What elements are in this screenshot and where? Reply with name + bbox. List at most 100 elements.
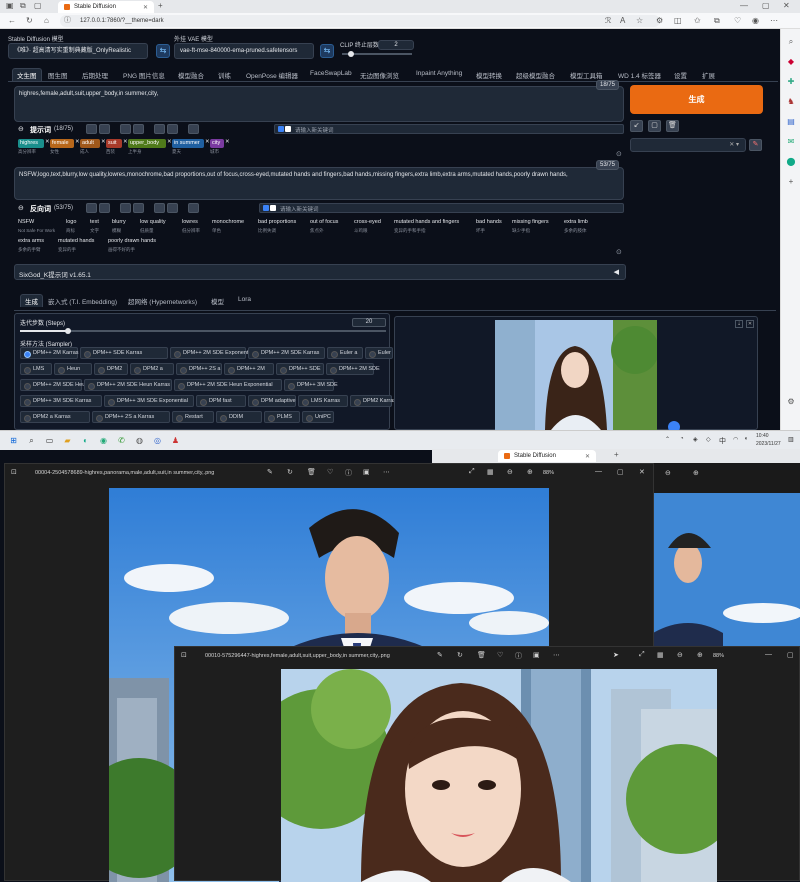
favorites-icon[interactable]: ✩ — [694, 15, 701, 27]
clear-tool-icon[interactable] — [166, 203, 178, 213]
sampler-option[interactable]: DPM fast — [196, 395, 246, 407]
steps-slider-thumb[interactable] — [64, 328, 71, 334]
steps-slider-track[interactable] — [20, 330, 386, 332]
sampler-option[interactable]: DPM++ 3M SDE Karras — [20, 395, 102, 407]
sampler-option[interactable]: PLMS — [264, 411, 300, 423]
plugin-accordion[interactable]: SixGod_K提示词 v1.65.1 ◀ — [14, 264, 626, 280]
checkbox[interactable] — [278, 126, 284, 132]
tab-3[interactable]: PNG 图片信息 — [123, 70, 165, 80]
sampler-option[interactable]: DPM++ 2S a Karras — [92, 411, 170, 423]
refresh-model-icon[interactable]: ⇆ — [156, 44, 170, 58]
sampler-option[interactable]: DDIM — [216, 411, 262, 423]
checkbox[interactable] — [270, 205, 276, 211]
positive-tag-chip[interactable]: in summer — [172, 139, 204, 148]
subtab-1[interactable]: 嵌入式 (T.I. Embedding) — [48, 296, 117, 306]
subtab-0[interactable]: 生成 — [20, 294, 43, 307]
clock-date[interactable]: 2023/11/27 — [756, 441, 781, 447]
style-select[interactable]: ✕ ▾ — [630, 138, 746, 152]
favorite-icon[interactable]: ♡ — [327, 468, 333, 476]
sampler-option[interactable]: DPM++ 2M SDE Exponential — [170, 347, 254, 359]
workspaces-icon[interactable]: ▣ — [6, 0, 14, 12]
close-icon[interactable]: ✕ — [143, 4, 148, 11]
tools-icon[interactable]: ✚ — [786, 77, 796, 87]
tab-7[interactable]: FaceSwapLab — [310, 70, 352, 77]
positive-tag-chip[interactable]: highres — [18, 139, 44, 148]
positive-expand-icon[interactable]: ⊖ — [18, 125, 24, 133]
tab-10[interactable]: 模型转换 — [476, 70, 502, 80]
edge-icon[interactable]: ◐ — [80, 435, 91, 446]
negative-tag-chip[interactable]: bad proportions — [258, 219, 296, 225]
sampler-option[interactable]: DPM++ 2M SDE Heun Exponential — [174, 379, 282, 391]
zoom-in-icon[interactable]: ⊕ — [527, 468, 533, 476]
subtab-4[interactable]: Lora — [238, 296, 251, 303]
float-button[interactable] — [668, 421, 680, 430]
sampler-option[interactable]: DPM2 a Karras — [20, 411, 90, 423]
negative-expand-icon[interactable]: ⊖ — [18, 204, 24, 212]
back-icon[interactable]: ← — [8, 15, 16, 27]
more-icon[interactable]: ⋯ — [383, 468, 390, 476]
new-keyword-input[interactable]: 请输入新关键词 — [280, 205, 319, 213]
translate-tool-icon[interactable] — [86, 203, 97, 213]
close-icon[interactable]: ✕ — [746, 320, 754, 328]
start-icon[interactable]: ⊞ — [8, 435, 19, 446]
refresh-icon[interactable]: ↻ — [26, 15, 33, 27]
apply-style-icon[interactable]: ↙ — [630, 120, 643, 132]
app-icon[interactable]: ♟ — [170, 435, 181, 446]
negative-tag-chip[interactable]: bad hands — [476, 219, 502, 225]
app-icon[interactable]: ◎ — [152, 435, 163, 446]
split-screen-icon[interactable]: ◫ — [674, 15, 682, 27]
fit-icon[interactable]: ▦ — [487, 468, 494, 476]
sidebar-settings-icon[interactable]: ⚙ — [786, 397, 796, 407]
close-icon[interactable]: ✕ — [45, 139, 50, 145]
negative-tag-chip[interactable]: extra arms — [18, 238, 44, 244]
sampler-option[interactable]: DPM adaptive — [248, 395, 296, 407]
model-select[interactable]: 《唯》· 超高清写实重制典藏版_OnlyRealistic — [8, 43, 148, 59]
tray-chevron-icon[interactable]: ⌃ — [665, 436, 670, 443]
sampler-option[interactable]: DPM++ 2M — [224, 363, 274, 375]
fullscreen-icon[interactable]: ⤢ — [469, 468, 475, 476]
zoom-out-icon[interactable]: ⊖ — [507, 468, 513, 476]
sampler-option[interactable]: DPM++ 2M Karras — [20, 347, 79, 359]
close-icon[interactable]: ✕ — [123, 139, 128, 145]
sampler-option[interactable]: Restart — [172, 411, 214, 423]
sampler-option[interactable]: DPM2 Karras — [350, 395, 396, 407]
tab-13[interactable]: WD 1.4 标签器 — [618, 70, 661, 80]
negative-tag-chip[interactable]: lowres — [182, 219, 198, 225]
checkbox[interactable] — [285, 126, 291, 132]
close-icon[interactable]: ✕ — [101, 139, 106, 145]
copy-tool-icon[interactable] — [99, 203, 110, 213]
browser-essentials-icon[interactable]: ♡ — [734, 15, 741, 27]
close-window-icon[interactable]: ✕ — [783, 0, 790, 12]
steps-input[interactable]: 20 — [352, 318, 386, 327]
settings-tool-icon[interactable] — [187, 124, 199, 134]
clip-input[interactable]: 2 — [378, 40, 414, 50]
positive-prompt-textarea[interactable]: highres,female,adult,suit,upper_body,in … — [14, 86, 624, 122]
new-tab-icon[interactable]: + — [614, 449, 619, 461]
download-icon[interactable]: ⇣ — [735, 320, 743, 328]
sampler-option[interactable]: DPM++ 3M SDE — [284, 379, 338, 391]
edit-style-icon[interactable]: ✎ — [749, 139, 762, 151]
wifi-icon[interactable]: ◠ — [733, 436, 738, 443]
sampler-option[interactable]: DPM++ SDE — [276, 363, 324, 375]
refresh-vae-icon[interactable]: ⇆ — [320, 44, 334, 58]
tab-4[interactable]: 模型融合 — [178, 70, 204, 80]
checkbox[interactable] — [263, 205, 269, 211]
collections-icon[interactable]: ▢ — [34, 0, 42, 12]
drop-icon[interactable]: ⬤ — [786, 157, 796, 167]
negative-tag-chip[interactable]: monochrome — [212, 219, 244, 225]
paste-tool-icon[interactable] — [153, 124, 165, 134]
read-aloud-icon[interactable]: A — [620, 15, 625, 27]
maximize-icon[interactable]: ▢ — [617, 468, 624, 476]
office-icon[interactable]: ▤ — [786, 117, 796, 127]
add-sidebar-icon[interactable]: + — [786, 177, 796, 187]
edit-icon[interactable]: ✎ — [267, 468, 273, 476]
search-icon[interactable]: ⌕ — [786, 37, 796, 47]
paste-tool-icon[interactable] — [153, 203, 165, 213]
more-menu-icon[interactable]: ⋯ — [770, 15, 778, 27]
collections-bar-icon[interactable]: ⧉ — [714, 15, 720, 27]
info-icon[interactable]: ⓘ — [345, 468, 352, 478]
sampler-option[interactable]: DPM2 a — [130, 363, 174, 375]
extensions-icon[interactable]: ⚙ — [656, 15, 663, 27]
negative-tag-chip[interactable]: missing fingers — [512, 219, 549, 225]
tab-5[interactable]: 训练 — [218, 70, 231, 80]
